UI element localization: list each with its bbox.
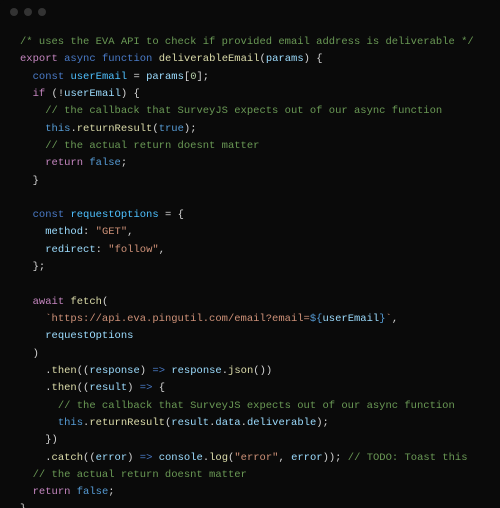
keyword-async: async bbox=[64, 53, 96, 65]
code-window: /* uses the EVA API to check if provided… bbox=[0, 0, 500, 508]
window-titlebar bbox=[0, 0, 500, 24]
keyword-this: this bbox=[45, 123, 70, 135]
identifier: userEmail bbox=[322, 313, 379, 325]
comment-line: /* uses the EVA API to check if provided… bbox=[20, 36, 474, 48]
traffic-light-zoom-icon[interactable] bbox=[38, 8, 46, 16]
param: response bbox=[89, 365, 139, 377]
method-call: returnResult bbox=[89, 417, 165, 429]
comment-line: // TODO: Toast this bbox=[348, 452, 468, 464]
variable: userEmail bbox=[70, 71, 127, 83]
keyword-function: function bbox=[102, 53, 152, 65]
method-log: log bbox=[209, 452, 228, 464]
identifier: requestOptions bbox=[45, 330, 133, 342]
keyword-export: export bbox=[20, 53, 58, 65]
keyword-const: const bbox=[33, 71, 65, 83]
keyword-return: return bbox=[45, 157, 83, 169]
identifier: result bbox=[171, 417, 209, 429]
method-call: returnResult bbox=[77, 123, 153, 135]
comment-line: // the callback that SurveyJS expects ou… bbox=[45, 105, 442, 117]
keyword-if: if bbox=[33, 88, 46, 100]
keyword-await: await bbox=[33, 296, 65, 308]
identifier: response bbox=[171, 365, 221, 377]
method-catch: catch bbox=[52, 452, 84, 464]
string: "follow" bbox=[108, 244, 158, 256]
object-key: method bbox=[45, 226, 83, 238]
comment-line: // the actual return doesnt matter bbox=[33, 469, 247, 481]
method-then: then bbox=[52, 382, 77, 394]
boolean: false bbox=[89, 157, 121, 169]
keyword-this: this bbox=[58, 417, 83, 429]
boolean: true bbox=[159, 123, 184, 135]
identifier: deliverable bbox=[247, 417, 316, 429]
keyword-return: return bbox=[33, 486, 71, 498]
identifier: error bbox=[291, 452, 323, 464]
template-string: `https://api.eva.pingutil.com/email?emai… bbox=[45, 313, 310, 325]
traffic-light-close-icon[interactable] bbox=[10, 8, 18, 16]
comment-line: // the callback that SurveyJS expects ou… bbox=[58, 400, 455, 412]
identifier: console bbox=[159, 452, 203, 464]
variable: requestOptions bbox=[70, 209, 158, 221]
string: "error" bbox=[234, 452, 278, 464]
param: params bbox=[266, 53, 304, 65]
traffic-light-minimize-icon[interactable] bbox=[24, 8, 32, 16]
param: result bbox=[89, 382, 127, 394]
param: error bbox=[96, 452, 128, 464]
comment-line: // the actual return doesnt matter bbox=[45, 140, 259, 152]
identifier: params bbox=[146, 71, 184, 83]
method-json: json bbox=[228, 365, 253, 377]
identifier: userEmail bbox=[64, 88, 121, 100]
function-call: fetch bbox=[70, 296, 102, 308]
code-block: /* uses the EVA API to check if provided… bbox=[0, 24, 500, 508]
object-key: redirect bbox=[45, 244, 95, 256]
identifier: data bbox=[215, 417, 240, 429]
keyword-const: const bbox=[33, 209, 65, 221]
function-name: deliverableEmail bbox=[159, 53, 260, 65]
method-then: then bbox=[52, 365, 77, 377]
string: "GET" bbox=[96, 226, 128, 238]
boolean: false bbox=[77, 486, 109, 498]
